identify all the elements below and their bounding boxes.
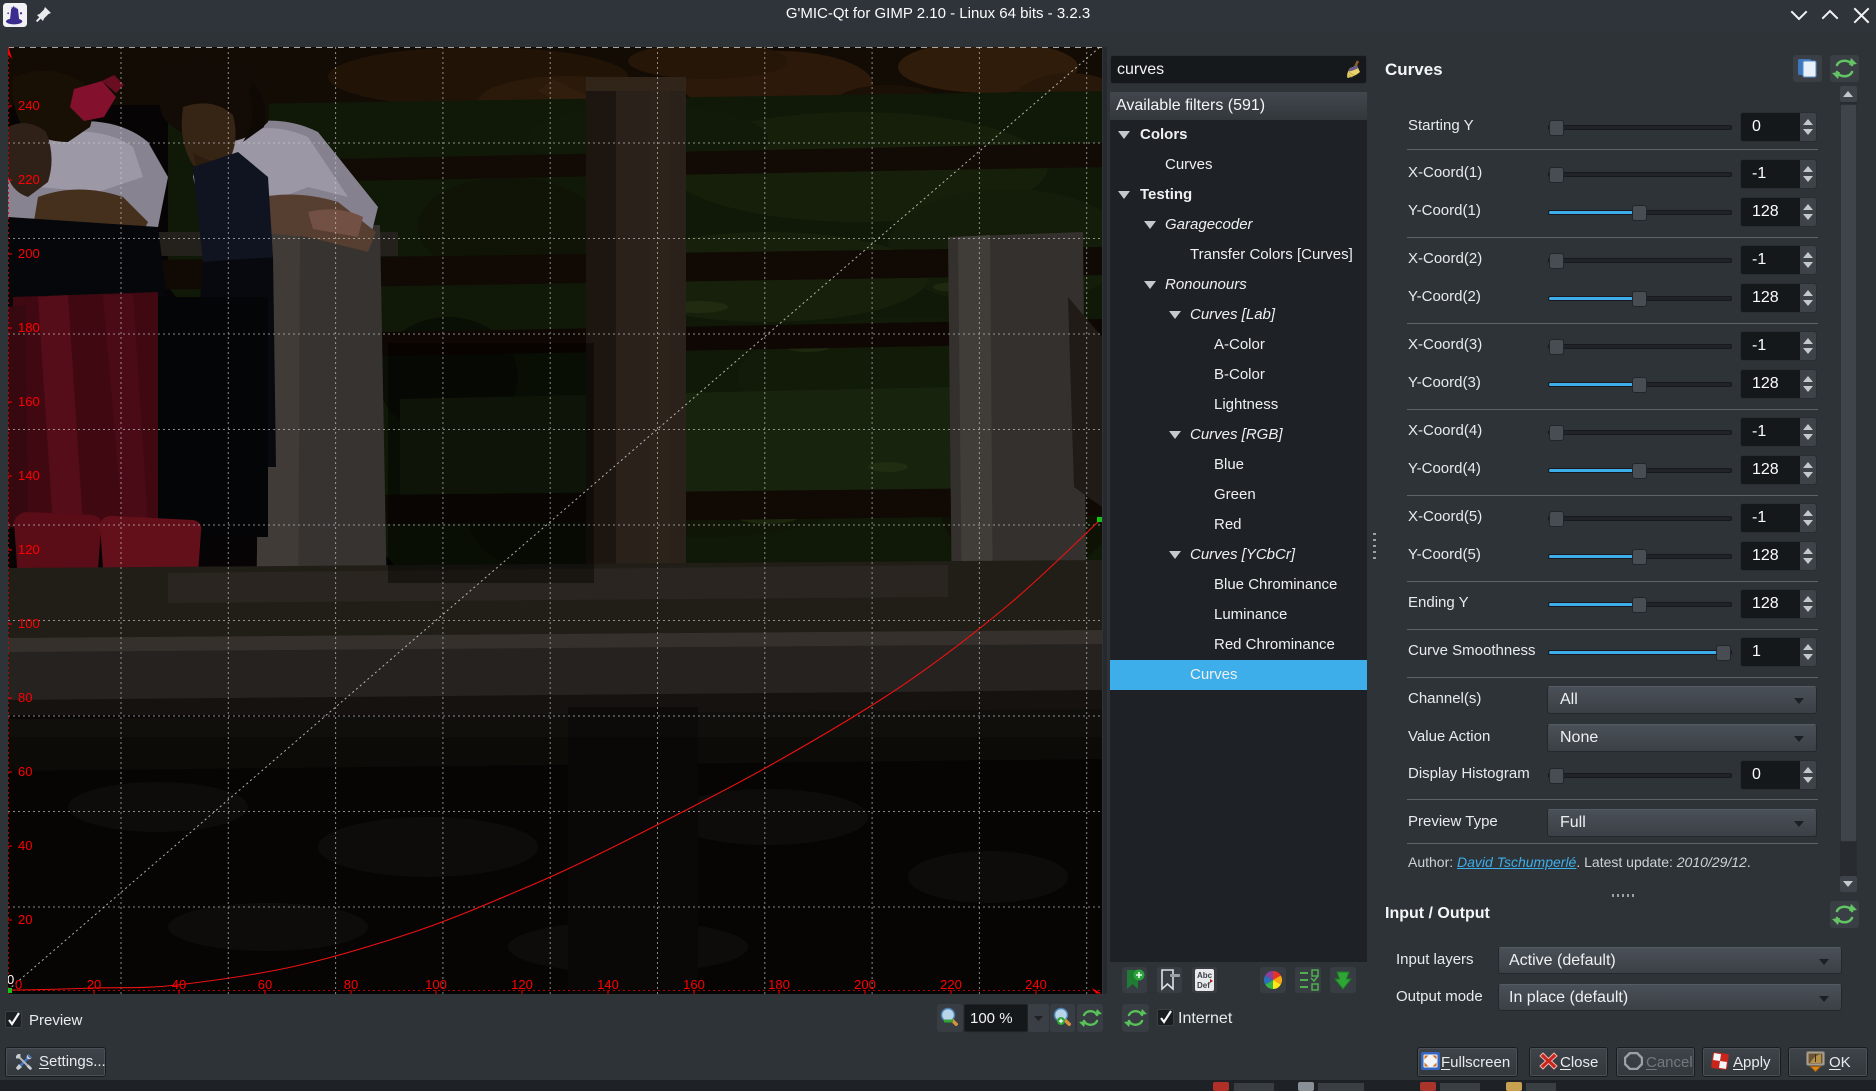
svg-text:180: 180: [18, 320, 40, 335]
svg-text:200: 200: [854, 977, 876, 992]
svg-text:220: 220: [940, 977, 962, 992]
svg-text:180: 180: [768, 977, 790, 992]
svg-text:Def: Def: [1197, 981, 1210, 990]
svg-text:120: 120: [511, 977, 533, 992]
svg-text:20: 20: [18, 912, 32, 927]
svg-text:80: 80: [344, 977, 358, 992]
svg-text:240: 240: [1025, 977, 1047, 992]
svg-text:120: 120: [18, 542, 40, 557]
svg-text:100 %: 100 %: [970, 1010, 1013, 1027]
svg-text:140: 140: [597, 977, 619, 992]
svg-text:20: 20: [87, 977, 101, 992]
svg-text:160: 160: [18, 394, 40, 409]
svg-text:160: 160: [683, 977, 705, 992]
svg-text:40: 40: [172, 977, 186, 992]
svg-text:220: 220: [18, 172, 40, 187]
svg-text:100: 100: [425, 977, 447, 992]
svg-text:60: 60: [258, 977, 272, 992]
svg-text:80: 80: [18, 690, 32, 705]
svg-text:60: 60: [18, 764, 32, 779]
svg-text:240: 240: [18, 98, 40, 113]
svg-text:100: 100: [18, 616, 40, 631]
svg-text:200: 200: [18, 246, 40, 261]
svg-text:0: 0: [8, 972, 14, 987]
svg-text:40: 40: [18, 838, 32, 853]
svg-text:140: 140: [18, 468, 40, 483]
svg-text:0: 0: [15, 977, 22, 992]
svg-text:Abc: Abc: [1197, 971, 1213, 980]
